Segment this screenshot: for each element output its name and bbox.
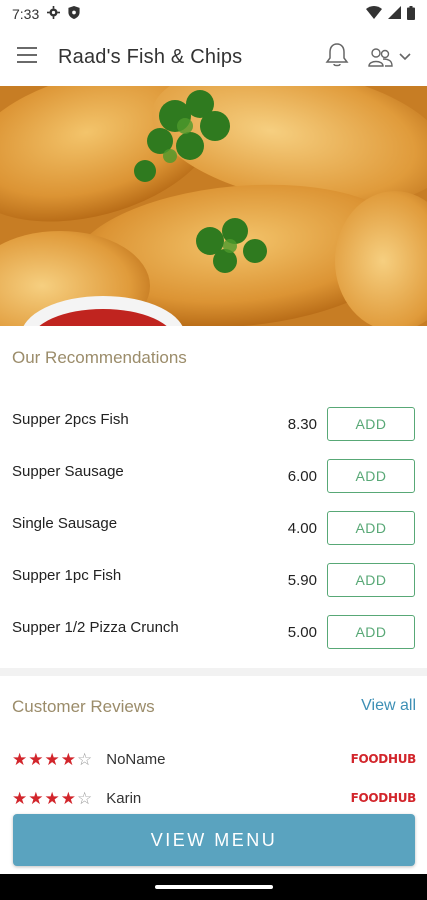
system-nav-bar [0,874,427,900]
recommendations-title: Our Recommendations [12,348,187,367]
hero-image [0,86,427,326]
review-row: ★ ★ ★ ★ ☆ Karin FOODHUB [12,785,416,811]
item-name: Supper 1/2 Pizza Crunch [12,618,179,636]
star-empty-icon: ☆ [77,749,93,769]
section-divider [0,668,427,676]
star-filled-icon: ★ [44,749,60,769]
view-all-link[interactable]: View all [361,697,416,715]
item-name: Supper 2pcs Fish [12,410,129,428]
reviewer-name: NoName [106,750,166,768]
star-filled-icon: ★ [12,788,28,808]
list-item: Supper Sausage 6.00 ADD [0,450,427,502]
reviewer-name: Karin [106,789,142,807]
app-bar: Raad's Fish & Chips [0,28,427,86]
item-price: 6.00 [287,467,317,485]
review-source-logo: FOODHUB [350,752,417,766]
star-filled-icon: ★ [12,749,28,769]
fish-and-chips-photo [0,86,427,326]
star-filled-icon: ★ [28,788,44,808]
item-price: 4.00 [287,519,317,537]
add-button[interactable]: ADD [327,511,415,545]
signal-icon [388,6,401,22]
star-rating: ★ ★ ★ ★ ☆ [12,751,92,768]
add-button[interactable]: ADD [327,615,415,649]
item-name: Single Sausage [12,514,118,532]
reviews-title: Customer Reviews [12,697,155,716]
battery-icon [407,5,415,23]
star-rating: ★ ★ ★ ★ ☆ [12,790,92,807]
item-name: Supper 1pc Fish [12,566,122,584]
view-menu-button[interactable]: VIEW MENU [13,814,415,866]
home-indicator[interactable] [154,885,273,889]
add-button[interactable]: ADD [327,563,415,597]
star-filled-icon: ★ [28,749,44,769]
list-item: Supper 1/2 Pizza Crunch 5.00 ADD [0,606,427,658]
review-row: ★ ★ ★ ★ ☆ NoName FOODHUB [12,746,416,772]
item-price: 5.00 [287,623,317,641]
bell-icon[interactable] [325,42,349,73]
app-title: Raad's Fish & Chips [58,45,243,68]
item-name: Supper Sausage [12,462,124,480]
list-item: Single Sausage 4.00 ADD [0,502,427,554]
list-item: Supper 2pcs Fish 8.30 ADD [0,398,427,450]
recommendations-list: Supper 2pcs Fish 8.30 ADD Supper Sausage… [0,398,427,658]
user-group-icon[interactable] [367,47,411,67]
shield-icon [68,6,80,22]
item-price: 8.30 [287,415,317,433]
menu-icon[interactable] [16,46,38,69]
gear-icon [47,6,61,22]
add-button[interactable]: ADD [327,407,415,441]
star-filled-icon: ★ [60,749,76,769]
add-button[interactable]: ADD [327,459,415,493]
wifi-icon [366,6,382,22]
status-time: 7:33 [12,6,40,22]
star-empty-icon: ☆ [77,788,93,808]
item-price: 5.90 [287,571,317,589]
list-item: Supper 1pc Fish 5.90 ADD [0,554,427,606]
star-filled-icon: ★ [44,788,60,808]
chevron-down-icon[interactable] [399,48,411,66]
status-bar: 7:33 [0,0,427,28]
review-source-logo: FOODHUB [350,791,417,805]
star-filled-icon: ★ [60,788,76,808]
